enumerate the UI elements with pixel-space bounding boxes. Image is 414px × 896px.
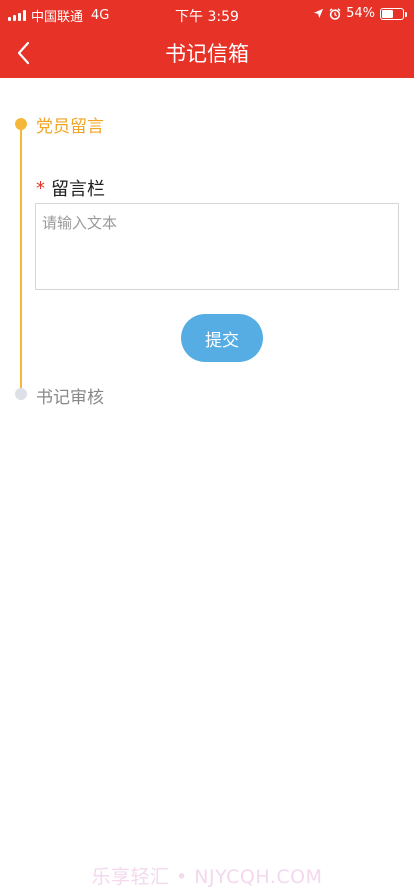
timeline-step-label: 书记审核 <box>36 388 104 408</box>
message-label-text: 留言栏 <box>51 179 105 200</box>
app-header: 中国联通 4G 下午 3:59 54% 书记信箱 <box>0 0 414 78</box>
battery-level-fill <box>382 9 393 18</box>
timeline-connector <box>20 124 22 394</box>
submit-button[interactable]: 提交 <box>181 314 263 362</box>
nav-bar: 书记信箱 <box>0 28 414 78</box>
timeline-dot-active <box>15 118 27 130</box>
status-right: 54% <box>313 6 407 21</box>
battery-percent: 54% <box>346 6 375 21</box>
page-title: 书记信箱 <box>165 42 249 66</box>
timeline-dot-inactive <box>15 388 27 400</box>
watermark: 乐享轻汇 • NJYCQH.COM <box>91 866 323 888</box>
message-input[interactable] <box>35 203 399 290</box>
battery-icon <box>380 7 407 20</box>
alarm-icon <box>329 7 341 20</box>
location-arrow-icon <box>314 8 324 19</box>
timeline-step-label: 党员留言 <box>36 117 104 137</box>
message-field-label: * 留言栏 <box>36 175 105 201</box>
required-mark: * <box>36 177 45 199</box>
status-bar: 中国联通 4G 下午 3:59 54% <box>0 0 414 28</box>
